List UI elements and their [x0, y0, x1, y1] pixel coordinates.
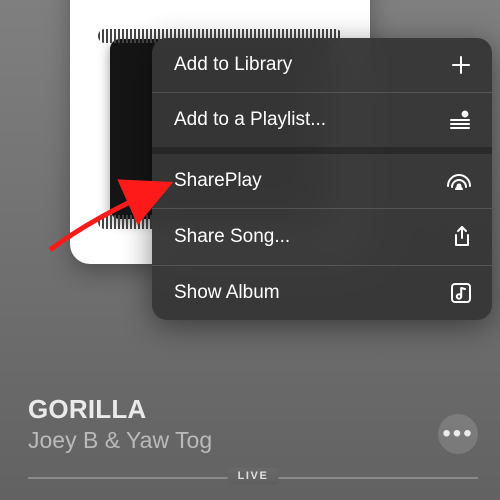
- menu-group-separator: [152, 147, 492, 154]
- menu-item-label: Show Album: [174, 282, 280, 304]
- album-icon: [450, 282, 472, 304]
- shareplay-icon: [446, 171, 472, 191]
- more-button[interactable]: •••: [438, 414, 478, 454]
- live-indicator: LIVE: [228, 468, 279, 485]
- menu-item-label: Share Song...: [174, 226, 290, 248]
- menu-item-shareplay[interactable]: SharePlay: [152, 154, 492, 208]
- menu-item-show-album[interactable]: Show Album: [152, 266, 492, 320]
- plus-icon: [450, 54, 472, 76]
- menu-item-add-playlist[interactable]: Add to a Playlist...: [152, 93, 492, 147]
- now-playing-footer: GORILLA Joey B & Yaw Tog •••: [28, 394, 500, 454]
- more-icon: •••: [442, 422, 473, 446]
- menu-item-label: SharePlay: [174, 170, 262, 192]
- share-icon: [452, 225, 472, 249]
- context-menu: Add to Library Add to a Playlist... Shar…: [152, 38, 492, 320]
- song-title: GORILLA: [28, 394, 500, 425]
- menu-item-label: Add to Library: [174, 54, 292, 76]
- playlist-add-icon: [448, 110, 472, 130]
- menu-item-label: Add to a Playlist...: [174, 109, 326, 131]
- menu-item-add-library[interactable]: Add to Library: [152, 38, 492, 92]
- song-artist: Joey B & Yaw Tog: [28, 427, 500, 454]
- menu-item-share-song[interactable]: Share Song...: [152, 209, 492, 265]
- progress-row: LIVE: [28, 470, 478, 486]
